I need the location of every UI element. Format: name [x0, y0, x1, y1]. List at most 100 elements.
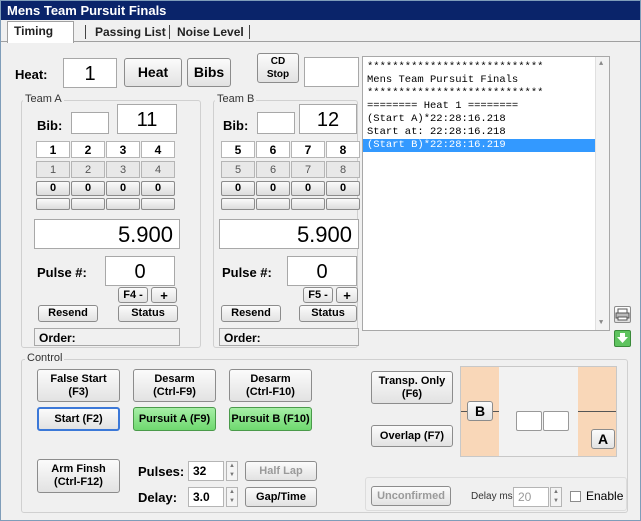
gap-time-button[interactable]: Gap/Time — [245, 487, 317, 507]
team-b-blank-button-2[interactable] — [256, 198, 290, 210]
team-b-pulse-label: Pulse #: — [222, 265, 272, 280]
team-a-rider-grey-3: 3 — [106, 161, 140, 178]
team-a-count-4[interactable]: 0 — [141, 181, 175, 196]
team-b-rider-6[interactable]: 6 — [256, 141, 290, 158]
team-a-rider-grey-4: 4 — [141, 161, 175, 178]
log-line[interactable]: (Start A)*22:28:16.218 — [363, 113, 609, 126]
team-b-count-3[interactable]: 0 — [291, 181, 325, 196]
log-line[interactable]: **************************** — [363, 61, 609, 74]
team-a-f4-minus-button[interactable]: F4 - — [118, 287, 148, 303]
overlap-button[interactable]: Overlap (F7) — [371, 425, 453, 447]
control-label: Control — [25, 352, 65, 364]
heat-value[interactable]: 1 — [63, 58, 117, 88]
team-b-label: Team B — [215, 93, 257, 105]
half-lap-button[interactable]: Half Lap — [245, 461, 317, 481]
team-a-rider-1[interactable]: 1 — [36, 141, 70, 158]
team-a-count-3[interactable]: 0 — [106, 181, 140, 196]
team-b-rider-7[interactable]: 7 — [291, 141, 325, 158]
team-b-bib-value[interactable]: 12 — [299, 104, 357, 134]
bibs-button[interactable]: Bibs — [187, 58, 231, 87]
enable-checkbox[interactable] — [570, 491, 581, 502]
tab-timing[interactable]: Timing — [7, 21, 74, 43]
delay-ms-spinner[interactable]: ▲ ▼ — [550, 487, 562, 507]
team-a-bib-value[interactable]: 11 — [117, 104, 177, 134]
pursuit-a-button[interactable]: Pursuit A (F9) — [133, 407, 216, 431]
scroll-down-icon[interactable]: ▼ — [599, 319, 603, 327]
team-b-f5-minus-button[interactable]: F5 - — [303, 287, 333, 303]
track-box-left[interactable] — [516, 411, 542, 431]
delay-ms-input[interactable]: 20 — [513, 487, 549, 507]
team-a-rider-3[interactable]: 3 — [106, 141, 140, 158]
download-arrow-icon[interactable] — [614, 330, 631, 347]
track-a-button[interactable]: A — [591, 429, 615, 449]
log-line-selected[interactable]: (Start B)*22:28:16.219 — [363, 139, 609, 152]
team-b-rider-8[interactable]: 8 — [326, 141, 360, 158]
delay-spinner[interactable]: ▲ ▼ — [226, 487, 238, 507]
event-log[interactable]: **************************** Mens Team P… — [362, 56, 610, 331]
team-a-bib-label: Bib: — [37, 118, 63, 133]
team-a-pulse-value[interactable]: 0 — [105, 256, 175, 286]
print-icon[interactable] — [614, 306, 631, 323]
heat-button[interactable]: Heat — [124, 58, 182, 87]
team-b-time: 5.900 — [219, 219, 359, 249]
team-b-blank-button-1[interactable] — [221, 198, 255, 210]
cd-stop-button[interactable]: CD Stop — [257, 53, 299, 83]
log-line[interactable]: Mens Team Pursuit Finals — [363, 74, 609, 87]
track-line-a — [578, 411, 616, 412]
arm-finish-button[interactable]: Arm Finsh (Ctrl-F12) — [37, 459, 120, 493]
pursuit-b-button[interactable]: Pursuit B (F10) — [229, 407, 312, 431]
cd-value-field[interactable] — [304, 57, 359, 87]
team-b-resend-button[interactable]: Resend — [221, 305, 281, 322]
team-b-status-button[interactable]: Status — [299, 305, 357, 322]
team-a-resend-button[interactable]: Resend — [38, 305, 98, 322]
team-a-count-1[interactable]: 0 — [36, 181, 70, 196]
enable-label: Enable — [586, 489, 624, 503]
desarm-a-button[interactable]: Desarm (Ctrl-F9) — [133, 369, 216, 402]
start-button[interactable]: Start (F2) — [37, 407, 120, 431]
team-a-rider-4[interactable]: 4 — [141, 141, 175, 158]
log-scrollbar[interactable]: ▲ ▼ — [595, 57, 609, 330]
delay-input[interactable]: 3.0 — [188, 487, 224, 507]
team-b-blank-button-3[interactable] — [291, 198, 325, 210]
team-a-blank-button-1[interactable] — [36, 198, 70, 210]
team-b-plus-button[interactable]: + — [336, 287, 358, 303]
team-b-order: Order: — [219, 328, 359, 346]
team-b-count-2[interactable]: 0 — [256, 181, 290, 196]
log-line[interactable]: Start at: 22:28:16.218 — [363, 126, 609, 139]
team-a-time: 5.900 — [34, 219, 180, 249]
team-a-count-2[interactable]: 0 — [71, 181, 105, 196]
tab-separator — [169, 25, 170, 39]
log-line[interactable]: **************************** — [363, 87, 609, 100]
false-start-button[interactable]: False Start (F3) — [37, 369, 120, 402]
team-a-bib-small-field[interactable] — [71, 112, 109, 134]
team-b-pulse-value[interactable]: 0 — [287, 256, 357, 286]
team-a-blank-button-4[interactable] — [141, 198, 175, 210]
pulses-input[interactable]: 32 — [188, 461, 224, 481]
team-b-bib-label: Bib: — [223, 118, 249, 133]
pulses-spinner[interactable]: ▲ ▼ — [226, 461, 238, 481]
desarm-b-button[interactable]: Desarm (Ctrl-F10) — [229, 369, 312, 402]
team-b-blank-button-4[interactable] — [326, 198, 360, 210]
unconfirmed-button[interactable]: Unconfirmed — [371, 486, 451, 506]
team-b-count-1[interactable]: 0 — [221, 181, 255, 196]
team-b-rider-5[interactable]: 5 — [221, 141, 255, 158]
track-box-right[interactable] — [543, 411, 569, 431]
team-b-rider-grey-8: 8 — [326, 161, 360, 178]
delay-label: Delay: — [138, 490, 178, 505]
team-a-label: Team A — [23, 93, 64, 105]
team-a-blank-button-2[interactable] — [71, 198, 105, 210]
track-b-button[interactable]: B — [467, 401, 493, 421]
team-a-rider-2[interactable]: 2 — [71, 141, 105, 158]
team-a-blank-button-3[interactable] — [106, 198, 140, 210]
transp-only-button[interactable]: Transp. Only (F6) — [371, 371, 453, 404]
team-a-order: Order: — [34, 328, 180, 346]
team-b-bib-small-field[interactable] — [257, 112, 295, 134]
app-window: Mens Team Pursuit Finals Timing Passing … — [0, 0, 641, 521]
log-line[interactable]: ======== Heat 1 ======== — [363, 100, 609, 113]
team-a-plus-button[interactable]: + — [151, 287, 177, 303]
team-b-count-4[interactable]: 0 — [326, 181, 360, 196]
team-a-status-button[interactable]: Status — [118, 305, 178, 322]
scroll-up-icon[interactable]: ▲ — [599, 60, 603, 68]
tab-passing-list[interactable]: Passing List — [89, 23, 172, 42]
tab-noise-level[interactable]: Noise Level — [171, 23, 250, 42]
